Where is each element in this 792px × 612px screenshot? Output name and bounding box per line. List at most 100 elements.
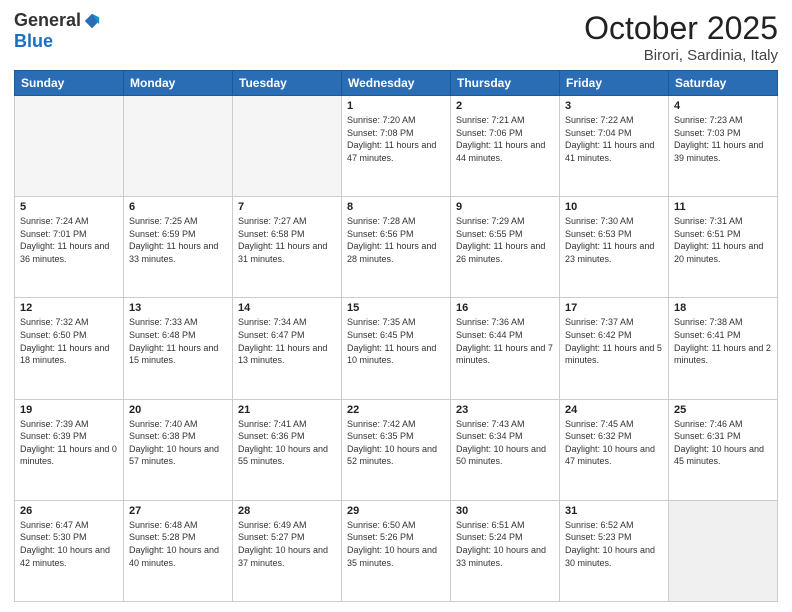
header-wednesday: Wednesday xyxy=(342,71,451,96)
day-info: Sunrise: 7:33 AM Sunset: 6:48 PM Dayligh… xyxy=(129,316,227,366)
day-number: 24 xyxy=(565,404,663,416)
day-number: 4 xyxy=(674,100,772,112)
day-info: Sunrise: 7:36 AM Sunset: 6:44 PM Dayligh… xyxy=(456,316,554,366)
day-info: Sunrise: 7:24 AM Sunset: 7:01 PM Dayligh… xyxy=(20,215,118,265)
table-row: 11 Sunrise: 7:31 AM Sunset: 6:51 PM Dayli… xyxy=(669,197,778,298)
day-number: 26 xyxy=(20,505,118,517)
table-row: 20 Sunrise: 7:40 AM Sunset: 6:38 PM Dayli… xyxy=(124,399,233,500)
day-info: Sunrise: 7:41 AM Sunset: 6:36 PM Dayligh… xyxy=(238,418,336,468)
day-info: Sunrise: 6:50 AM Sunset: 5:26 PM Dayligh… xyxy=(347,519,445,569)
header-monday: Monday xyxy=(124,71,233,96)
day-number: 18 xyxy=(674,302,772,314)
day-info: Sunrise: 7:21 AM Sunset: 7:06 PM Dayligh… xyxy=(456,114,554,164)
day-info: Sunrise: 7:38 AM Sunset: 6:41 PM Dayligh… xyxy=(674,316,772,366)
table-row: 24 Sunrise: 7:45 AM Sunset: 6:32 PM Dayli… xyxy=(560,399,669,500)
day-number: 12 xyxy=(20,302,118,314)
table-row: 15Sunrise: 7:35 AM Sunset: 6:45 PM Dayli… xyxy=(342,298,451,399)
table-row: 13 Sunrise: 7:33 AM Sunset: 6:48 PM Dayli… xyxy=(124,298,233,399)
table-row: 23 Sunrise: 7:43 AM Sunset: 6:34 PM Dayli… xyxy=(451,399,560,500)
day-info: Sunrise: 7:28 AM Sunset: 6:56 PM Dayligh… xyxy=(347,215,445,265)
day-info: Sunrise: 7:46 AM Sunset: 6:31 PM Dayligh… xyxy=(674,418,772,468)
table-row: 27 Sunrise: 6:48 AM Sunset: 5:28 PM Dayli… xyxy=(124,500,233,601)
header-thursday: Thursday xyxy=(451,71,560,96)
day-number: 27 xyxy=(129,505,227,517)
table-row: 30 Sunrise: 6:51 AM Sunset: 5:24 PM Dayli… xyxy=(451,500,560,601)
table-row: 2Sunrise: 7:21 AM Sunset: 7:06 PM Daylig… xyxy=(451,96,560,197)
day-info: Sunrise: 7:40 AM Sunset: 6:38 PM Dayligh… xyxy=(129,418,227,468)
title-area: October 2025 Birori, Sardinia, Italy xyxy=(584,10,778,64)
day-info: Sunrise: 7:25 AM Sunset: 6:59 PM Dayligh… xyxy=(129,215,227,265)
header-tuesday: Tuesday xyxy=(233,71,342,96)
day-info: Sunrise: 7:29 AM Sunset: 6:55 PM Dayligh… xyxy=(456,215,554,265)
day-info: Sunrise: 6:48 AM Sunset: 5:28 PM Dayligh… xyxy=(129,519,227,569)
day-number: 5 xyxy=(20,201,118,213)
month-title: October 2025 xyxy=(584,10,778,47)
location: Birori, Sardinia, Italy xyxy=(584,47,778,64)
day-info: Sunrise: 6:47 AM Sunset: 5:30 PM Dayligh… xyxy=(20,519,118,569)
day-info: Sunrise: 7:23 AM Sunset: 7:03 PM Dayligh… xyxy=(674,114,772,164)
day-number: 25 xyxy=(674,404,772,416)
header-sunday: Sunday xyxy=(15,71,124,96)
day-number: 9 xyxy=(456,201,554,213)
header-saturday: Saturday xyxy=(669,71,778,96)
table-row: 3 Sunrise: 7:22 AM Sunset: 7:04 PM Daylig… xyxy=(560,96,669,197)
day-info: Sunrise: 6:49 AM Sunset: 5:27 PM Dayligh… xyxy=(238,519,336,569)
table-row: 10 Sunrise: 7:30 AM Sunset: 6:53 PM Dayli… xyxy=(560,197,669,298)
header-friday: Friday xyxy=(560,71,669,96)
logo-general-text: General xyxy=(14,10,81,31)
day-info: Sunrise: 7:30 AM Sunset: 6:53 PM Dayligh… xyxy=(565,215,663,265)
day-number: 29 xyxy=(347,505,445,517)
day-info: Sunrise: 7:35 AM Sunset: 6:45 PM Dayligh… xyxy=(347,316,445,366)
table-row xyxy=(233,96,342,197)
day-number: 6 xyxy=(129,201,227,213)
table-row: 31Sunrise: 6:52 AM Sunset: 5:23 PM Dayli… xyxy=(560,500,669,601)
table-row: 26 Sunrise: 6:47 AM Sunset: 5:30 PM Dayli… xyxy=(15,500,124,601)
table-row: 14 Sunrise: 7:34 AM Sunset: 6:47 PM Dayli… xyxy=(233,298,342,399)
day-number: 10 xyxy=(565,201,663,213)
day-info: Sunrise: 7:22 AM Sunset: 7:04 PM Dayligh… xyxy=(565,114,663,164)
table-row: 18 Sunrise: 7:38 AM Sunset: 6:41 PM Dayli… xyxy=(669,298,778,399)
day-number: 13 xyxy=(129,302,227,314)
table-row: 29 Sunrise: 6:50 AM Sunset: 5:26 PM Dayli… xyxy=(342,500,451,601)
day-info: Sunrise: 7:42 AM Sunset: 6:35 PM Dayligh… xyxy=(347,418,445,468)
table-row: 12Sunrise: 7:32 AM Sunset: 6:50 PM Dayli… xyxy=(15,298,124,399)
day-number: 11 xyxy=(674,201,772,213)
day-number: 20 xyxy=(129,404,227,416)
table-row: 6 Sunrise: 7:25 AM Sunset: 6:59 PM Daylig… xyxy=(124,197,233,298)
logo: General Blue xyxy=(14,10,101,52)
day-info: Sunrise: 7:31 AM Sunset: 6:51 PM Dayligh… xyxy=(674,215,772,265)
table-row xyxy=(669,500,778,601)
day-info: Sunrise: 7:37 AM Sunset: 6:42 PM Dayligh… xyxy=(565,316,663,366)
table-row: 1 Sunrise: 7:20 AM Sunset: 7:08 PM Daylig… xyxy=(342,96,451,197)
day-number: 1 xyxy=(347,100,445,112)
calendar-header-row: Sunday Monday Tuesday Wednesday Thursday… xyxy=(15,71,778,96)
day-info: Sunrise: 7:43 AM Sunset: 6:34 PM Dayligh… xyxy=(456,418,554,468)
day-info: Sunrise: 7:34 AM Sunset: 6:47 PM Dayligh… xyxy=(238,316,336,366)
day-info: Sunrise: 6:51 AM Sunset: 5:24 PM Dayligh… xyxy=(456,519,554,569)
day-number: 23 xyxy=(456,404,554,416)
day-number: 17 xyxy=(565,302,663,314)
day-info: Sunrise: 7:45 AM Sunset: 6:32 PM Dayligh… xyxy=(565,418,663,468)
day-number: 14 xyxy=(238,302,336,314)
day-number: 7 xyxy=(238,201,336,213)
day-number: 21 xyxy=(238,404,336,416)
table-row: 19Sunrise: 7:39 AM Sunset: 6:39 PM Dayli… xyxy=(15,399,124,500)
day-number: 30 xyxy=(456,505,554,517)
logo-icon xyxy=(83,12,101,30)
day-info: Sunrise: 6:52 AM Sunset: 5:23 PM Dayligh… xyxy=(565,519,663,569)
day-number: 3 xyxy=(565,100,663,112)
day-number: 16 xyxy=(456,302,554,314)
table-row: 17 Sunrise: 7:37 AM Sunset: 6:42 PM Dayli… xyxy=(560,298,669,399)
table-row: 16 Sunrise: 7:36 AM Sunset: 6:44 PM Dayli… xyxy=(451,298,560,399)
header: General Blue October 2025 Birori, Sardin… xyxy=(14,10,778,64)
table-row: 25 Sunrise: 7:46 AM Sunset: 6:31 PM Dayli… xyxy=(669,399,778,500)
day-number: 22 xyxy=(347,404,445,416)
day-info: Sunrise: 7:20 AM Sunset: 7:08 PM Dayligh… xyxy=(347,114,445,164)
table-row: 28 Sunrise: 6:49 AM Sunset: 5:27 PM Dayli… xyxy=(233,500,342,601)
table-row: 4 Sunrise: 7:23 AM Sunset: 7:03 PM Daylig… xyxy=(669,96,778,197)
day-number: 19 xyxy=(20,404,118,416)
table-row: 22 Sunrise: 7:42 AM Sunset: 6:35 PM Dayli… xyxy=(342,399,451,500)
day-number: 28 xyxy=(238,505,336,517)
table-row: 21 Sunrise: 7:41 AM Sunset: 6:36 PM Dayli… xyxy=(233,399,342,500)
day-number: 8 xyxy=(347,201,445,213)
